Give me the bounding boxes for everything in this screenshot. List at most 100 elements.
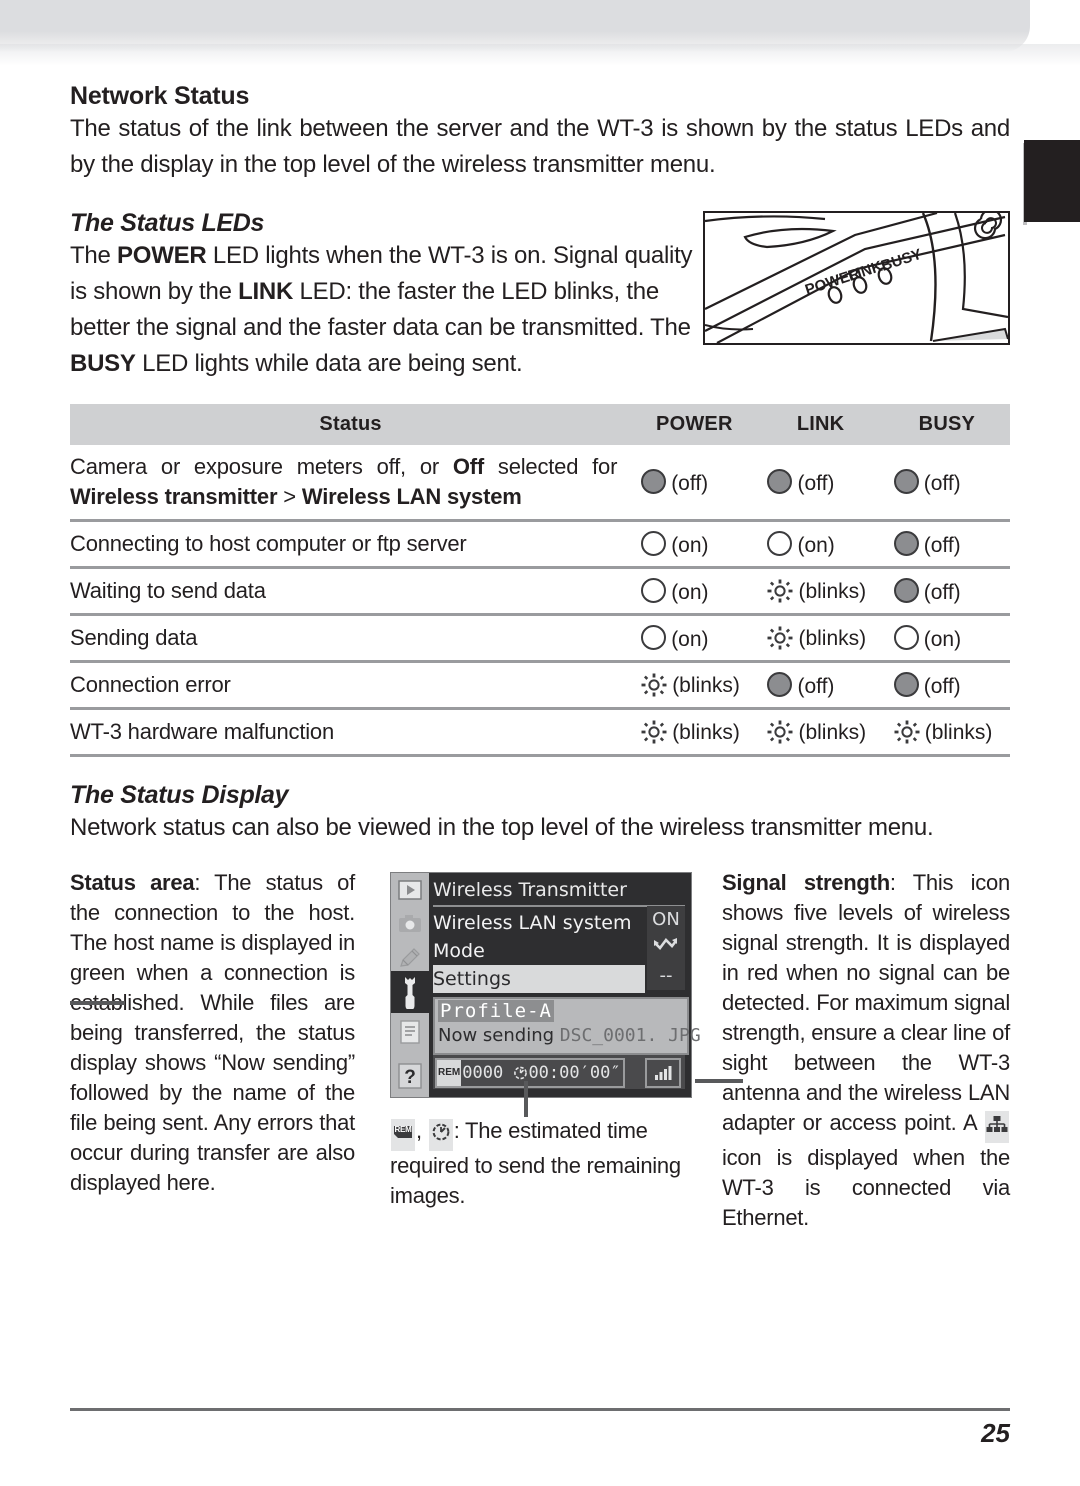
led-bold-busy: BUSY [70, 350, 136, 377]
led-state-label: (on) [671, 580, 709, 604]
table-row: Waiting to send data (on) (blinks) (off) [70, 566, 1010, 615]
status-cell: Camera or exposure meters off, or Off se… [70, 445, 631, 521]
lcd-menu-sidebar: ? [391, 873, 429, 1097]
svg-text:?: ? [404, 1067, 416, 1088]
status-area-note-body: : The status of the connection to the ho… [70, 870, 355, 1195]
led-p4: LED lights while data are being sent. [135, 350, 523, 377]
power-cell: (off) [631, 445, 757, 521]
led-off-icon [893, 468, 919, 494]
lcd-row-settings[interactable]: Settings [433, 965, 645, 993]
my-menu-icon[interactable] [396, 1019, 424, 1045]
mode-arrow-icon [647, 934, 685, 962]
led-state-label: (off) [797, 471, 835, 495]
wt3-device-illustration: POWER LINK BUSY [703, 211, 1010, 345]
status-cell: Waiting to send data [70, 566, 632, 615]
timer-clock-icon [514, 1066, 528, 1080]
busy-cell: (blinks) [883, 707, 1010, 754]
section-intro: The status of the link between the serve… [70, 115, 1010, 178]
busy-cell: (on) [883, 613, 1010, 662]
th-power: POWER [631, 404, 758, 445]
led-state-label: (off) [923, 580, 961, 604]
led-state-label: (blinks) [924, 720, 993, 744]
lcd-value-on: ON [652, 909, 680, 930]
lcd-filename: DSC_0001. JPG [559, 1025, 701, 1046]
power-cell: (on) [631, 566, 758, 615]
led-state-label: (blinks) [672, 720, 740, 744]
led-blinks-icon [894, 720, 920, 743]
svg-text:REM: REM [394, 1125, 412, 1134]
led-blinks-icon [641, 720, 667, 743]
busy-cell: (off) [883, 566, 1010, 615]
power-cell: (on) [631, 613, 758, 662]
led-state-label: (blinks) [798, 720, 867, 744]
led-on-icon [767, 530, 793, 556]
link-cell: (off) [757, 660, 884, 709]
status-display-intro: Network status can also be viewed in the… [70, 814, 934, 841]
led-on-icon [641, 624, 667, 650]
led-blinks-icon [767, 720, 793, 743]
status-display-section: The Status Display Network status can al… [70, 781, 1010, 1248]
signal-strength-note-text: Signal strength: This icon shows five le… [722, 868, 1010, 1233]
led-off-icon [767, 468, 793, 494]
annotated-figure: Status area: The status of the connectio… [70, 868, 1010, 1248]
page-title: Network Status [70, 82, 250, 110]
table-bottom-rule [70, 754, 1010, 757]
led-state-label: (off) [923, 674, 961, 698]
busy-cell: (off) [883, 660, 1010, 709]
led-blinks-icon [767, 579, 793, 602]
led-state-label: (on) [923, 627, 962, 651]
playback-icon[interactable] [396, 877, 424, 903]
help-icon[interactable]: ? [396, 1063, 424, 1089]
led-bold-power: POWER [117, 242, 207, 269]
table-row: WT-3 hardware malfunction (blinks) (blinks… [70, 707, 1010, 754]
led-off-icon [893, 671, 919, 697]
lcd-value-dashes: -- [659, 965, 673, 986]
retouch-icon[interactable] [396, 945, 424, 971]
lcd-row-label: Mode [433, 940, 485, 962]
ethernet-icon [985, 1111, 1009, 1143]
table-row: Sending data (on) (blinks) (on) [70, 613, 1010, 662]
status-area-note-label: Status area [70, 870, 195, 895]
status-area-note-text: Status area: The status of the connectio… [70, 868, 355, 1198]
table-row: Camera or exposure meters off, or Off se… [70, 445, 1010, 521]
lcd-profile-name: Profile-A [438, 1000, 554, 1022]
leader-line-rem-vertical [524, 1081, 528, 1117]
shooting-menu-icon[interactable] [396, 911, 424, 937]
lcd-sending-line: Now sending DSC_0001. JPG [438, 1025, 701, 1046]
timer-clock-icon [428, 1119, 453, 1151]
lcd-value-column: ON -- [647, 906, 685, 990]
status-cell: WT-3 hardware malfunction [70, 707, 632, 754]
lcd-title: Wireless Transmitter [433, 875, 685, 907]
status-cell: Connection error [70, 660, 632, 709]
link-cell: (off) [757, 445, 883, 521]
status-text: WT-3 hardware malfunction [70, 719, 334, 744]
status-line-1: Camera or exposure meters off, or Off se… [70, 454, 618, 479]
th-status: Status [70, 404, 632, 445]
led-on-icon [641, 577, 667, 603]
table-header-row: Status POWER LINK BUSY [70, 404, 1010, 445]
lcd-row-label: Wireless LAN system [433, 912, 632, 934]
led-state-label: (on) [797, 533, 835, 557]
led-blinks-icon [767, 626, 793, 649]
status-area-note: Status area: The status of the connectio… [70, 868, 355, 1198]
led-state-label: (blinks) [798, 579, 867, 603]
led-status-table: Status POWER LINK BUSY Camera or exposur… [70, 404, 1010, 754]
lcd-bottom-bar: REM 0000 00:00′00″ [433, 1055, 685, 1089]
setup-wrench-icon[interactable] [391, 971, 429, 1013]
led-off-icon [893, 577, 919, 603]
led-state-label: (on) [671, 533, 709, 557]
power-cell: (on) [631, 519, 758, 568]
led-state-label: (off) [671, 471, 709, 495]
led-state-label: (off) [797, 674, 835, 698]
rem-card-icon: REM [391, 1119, 415, 1151]
signal-bars-icon [645, 1058, 681, 1088]
th-link: LINK [757, 404, 884, 445]
link-cell: (blinks) [757, 613, 884, 662]
status-cell: Sending data [70, 613, 632, 662]
led-on-icon [641, 530, 667, 556]
link-cell: (blinks) [757, 566, 884, 615]
link-cell: (blinks) [757, 707, 884, 754]
signal-strength-note-body-b: icon is displayed when the WT-3 is conne… [722, 1145, 1010, 1230]
led-bold-link: LINK [238, 278, 294, 305]
led-on-icon [893, 624, 919, 650]
